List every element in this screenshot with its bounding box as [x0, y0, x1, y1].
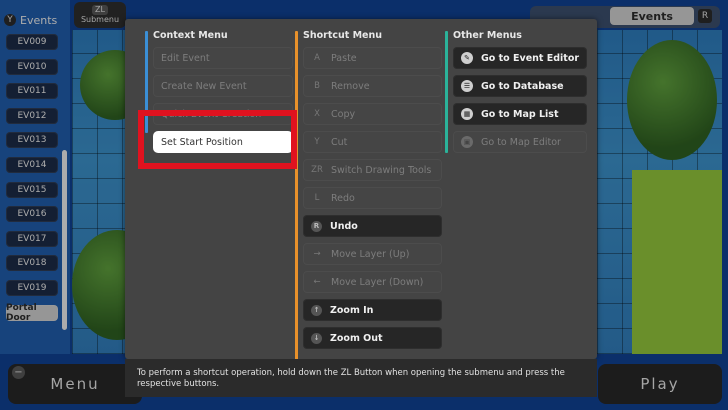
paste-label: Paste	[331, 52, 357, 64]
context-menu-title: Context Menu	[153, 30, 228, 41]
go-to-event-editor-label: Go to Event Editor	[481, 52, 580, 64]
go-to-map-editor-label: Go to Map Editor	[481, 136, 561, 148]
submenu-modal: Context Menu Edit Event Create New Event…	[125, 19, 597, 361]
remove-button[interactable]: B Remove	[303, 75, 442, 97]
zoom-out-button[interactable]: ↓ Zoom Out	[303, 327, 442, 349]
y-button-icon: Y	[314, 137, 320, 147]
zr-button-icon: ZR	[311, 165, 323, 175]
zoom-in-label: Zoom In	[330, 304, 374, 316]
redo-button[interactable]: L Redo	[303, 187, 442, 209]
arrow-down-icon: ↓	[311, 332, 322, 344]
arrow-right-icon: →	[313, 249, 321, 259]
move-layer-up-button[interactable]: → Move Layer (Up)	[303, 243, 442, 265]
x-button-icon: X	[314, 109, 320, 119]
map-list-icon: ▦	[461, 108, 473, 120]
shortcut-menu-column: Shortcut Menu A Paste B Remove X Copy Y Cut …	[295, 29, 442, 361]
paste-button[interactable]: A Paste	[303, 47, 442, 69]
undo-button[interactable]: R Undo	[303, 215, 442, 237]
copy-label: Copy	[331, 108, 356, 120]
go-to-database-label: Go to Database	[481, 80, 564, 92]
create-new-event-button[interactable]: Create New Event	[153, 75, 293, 97]
shortcut-menu-title: Shortcut Menu	[303, 30, 383, 41]
go-to-event-editor-button[interactable]: ✎ Go to Event Editor	[453, 47, 587, 69]
database-icon: ☰	[461, 80, 473, 92]
cut-button[interactable]: Y Cut	[303, 131, 442, 153]
other-menus-accent-bar	[445, 31, 448, 153]
arrow-up-icon: ↑	[311, 304, 322, 316]
undo-label: Undo	[330, 220, 358, 232]
b-button-icon: B	[314, 81, 320, 91]
go-to-database-button[interactable]: ☰ Go to Database	[453, 75, 587, 97]
shortcut-menu-accent-bar	[295, 31, 298, 361]
a-button-icon: A	[314, 53, 320, 63]
zoom-out-label: Zoom Out	[330, 332, 383, 344]
edit-event-button[interactable]: Edit Event	[153, 47, 293, 69]
highlight-box	[138, 110, 297, 169]
switch-drawing-tools-button[interactable]: ZR Switch Drawing Tools	[303, 159, 442, 181]
copy-button[interactable]: X Copy	[303, 103, 442, 125]
zoom-in-button[interactable]: ↑ Zoom In	[303, 299, 442, 321]
arrow-left-icon: ←	[313, 277, 321, 287]
go-to-map-editor-button[interactable]: ▣ Go to Map Editor	[453, 131, 587, 153]
other-menus-title: Other Menus	[453, 30, 522, 41]
go-to-map-list-button[interactable]: ▦ Go to Map List	[453, 103, 587, 125]
move-layer-down-label: Move Layer (Down)	[331, 276, 424, 288]
switch-drawing-tools-label: Switch Drawing Tools	[331, 164, 432, 176]
map-editor-icon: ▣	[461, 136, 473, 148]
event-editor-icon: ✎	[461, 52, 473, 64]
move-layer-down-button[interactable]: ← Move Layer (Down)	[303, 271, 442, 293]
redo-label: Redo	[331, 192, 355, 204]
other-menus-column: Other Menus ✎ Go to Event Editor ☰ Go to D…	[445, 29, 587, 159]
cut-label: Cut	[331, 136, 348, 148]
remove-label: Remove	[331, 80, 370, 92]
r-button-icon: R	[311, 220, 322, 232]
go-to-map-list-label: Go to Map List	[481, 108, 559, 120]
l-button-icon: L	[314, 193, 320, 203]
shortcut-hint-footer: To perform a shortcut operation, hold do…	[125, 359, 597, 397]
move-layer-up-label: Move Layer (Up)	[331, 248, 410, 260]
